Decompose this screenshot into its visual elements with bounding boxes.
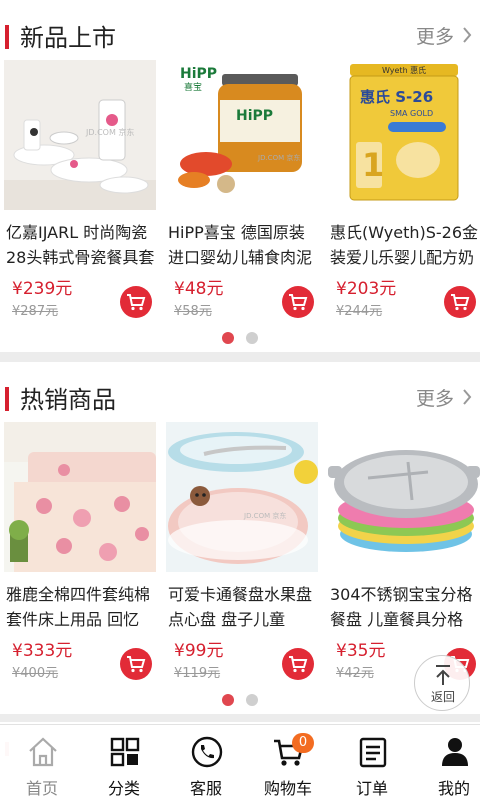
home-icon xyxy=(29,737,57,767)
tab-profile[interactable]: 我的 xyxy=(414,725,480,800)
product-original-price: ¥400元 xyxy=(12,666,59,681)
svg-text:JD.COM 京东: JD.COM 京东 xyxy=(243,511,286,520)
section-header: 新品上市 更多 xyxy=(0,0,480,56)
svg-text:HiPP: HiPP xyxy=(236,108,273,124)
phone-icon xyxy=(191,736,223,768)
tab-label: 分类 xyxy=(107,779,140,798)
tab-category[interactable]: 分类 xyxy=(84,725,164,800)
more-link[interactable]: 更多 xyxy=(416,384,454,411)
product-carousel[interactable]: JD.COM 京东 亿嘉IJARL 时尚陶瓷28头韩式骨瓷餐具套装 ¥239元 … xyxy=(0,60,480,330)
pagination-dot[interactable] xyxy=(246,332,258,344)
product-carousel[interactable]: 雅鹿全棉四件套纯棉套件床上用品 回忆 ¥333元 ¥400元 JD.COM 京东… xyxy=(0,422,480,692)
svg-text:SMA GOLD: SMA GOLD xyxy=(390,109,433,118)
back-to-top-label: 返回 xyxy=(430,690,455,704)
product-name[interactable]: 304不锈钢宝宝分格餐盘 儿童餐具分格 xyxy=(330,582,480,632)
new-arrivals-section: 新品上市 更多 JD.COM 京东 亿嘉IJARL 时尚陶瓷28头韩式骨瓷餐具套… xyxy=(0,0,480,352)
product-original-price: ¥58元 xyxy=(174,304,212,319)
carousel-pagination xyxy=(0,694,480,706)
product-image-formula[interactable]: Wyeth 惠氏 惠氏 S-26 SMA GOLD 1 xyxy=(328,60,480,210)
pagination-dot-active[interactable] xyxy=(222,332,234,344)
product-price: ¥203元 xyxy=(336,279,397,299)
product-image-plates[interactable]: JD.COM 京东 xyxy=(166,422,318,572)
category-icon xyxy=(110,737,140,767)
add-to-cart-button[interactable] xyxy=(120,286,152,318)
wyeth-text: Wyeth 惠氏 xyxy=(382,65,426,75)
cart-icon xyxy=(127,294,146,311)
product-name[interactable]: 亿嘉IJARL 时尚陶瓷28头韩式骨瓷餐具套装 xyxy=(6,220,158,270)
add-to-cart-button[interactable] xyxy=(444,286,476,318)
pagination-dot-active[interactable] xyxy=(222,694,234,706)
product-image-tableware[interactable]: JD.COM 京东 xyxy=(4,60,156,210)
product-name[interactable]: 惠氏(Wyeth)S-26金装爱儿乐婴儿配方奶粉 xyxy=(330,220,480,270)
hipp-logo-text: HiPP xyxy=(180,66,217,82)
cart-badge: 0 xyxy=(292,733,314,753)
product-card[interactable]: HiPP 喜宝 HiPP JD.COM 京东 HiPP喜宝 德国原装进口婴幼儿辅… xyxy=(162,60,318,320)
order-icon xyxy=(359,737,387,768)
tab-label: 购物车 xyxy=(263,779,312,798)
hipp-sub-text: 喜宝 xyxy=(184,81,202,93)
product-card[interactable]: JD.COM 京东 亿嘉IJARL 时尚陶瓷28头韩式骨瓷餐具套装 ¥239元 … xyxy=(0,60,156,320)
svg-text:1: 1 xyxy=(362,146,384,184)
product-card[interactable]: JD.COM 京东 可爱卡通餐盘水果盘点心盘 盘子儿童 ¥99元 ¥119元 xyxy=(162,422,318,682)
product-image-bedding[interactable] xyxy=(4,422,156,572)
add-to-cart-button[interactable] xyxy=(120,648,152,680)
tab-cart[interactable]: 0 购物车 xyxy=(248,725,328,800)
user-icon xyxy=(442,738,468,766)
tab-label: 订单 xyxy=(355,779,388,798)
product-name[interactable]: HiPP喜宝 德国原装进口婴幼儿辅食肉泥 xyxy=(168,220,320,270)
cart-icon xyxy=(289,294,308,311)
product-name[interactable]: 可爱卡通餐盘水果盘点心盘 盘子儿童 xyxy=(168,582,320,632)
section-header: 热销商品 更多 xyxy=(0,362,480,418)
section-accent-bar xyxy=(5,25,9,49)
product-card[interactable]: 雅鹿全棉四件套纯棉套件床上用品 回忆 ¥333元 ¥400元 xyxy=(0,422,156,682)
add-to-cart-button[interactable] xyxy=(282,286,314,318)
tab-label: 首页 xyxy=(25,779,58,798)
product-image-baby-food[interactable]: HiPP 喜宝 HiPP JD.COM 京东 xyxy=(166,60,318,210)
cart-icon xyxy=(127,656,146,673)
product-original-price: ¥119元 xyxy=(174,666,221,681)
product-price: ¥239元 xyxy=(12,279,73,299)
product-price: ¥48元 xyxy=(174,279,224,299)
cart-icon xyxy=(289,656,308,673)
watermark-text: JD.COM 京东 xyxy=(85,127,134,137)
product-original-price: ¥42元 xyxy=(336,666,374,681)
product-original-price: ¥287元 xyxy=(12,304,59,319)
tab-service[interactable]: 客服 xyxy=(166,725,246,800)
tab-label: 客服 xyxy=(189,779,222,798)
section-title: 热销商品 xyxy=(20,386,116,414)
cart-icon xyxy=(451,294,470,311)
product-price: ¥35元 xyxy=(336,641,386,661)
s26-text: 惠氏 S-26 xyxy=(360,88,433,106)
product-price: ¥99元 xyxy=(174,641,224,661)
arrow-up-icon xyxy=(436,665,450,685)
product-card[interactable]: Wyeth 惠氏 惠氏 S-26 SMA GOLD 1 惠氏(Wyeth)S-2… xyxy=(324,60,480,320)
tab-home[interactable]: 首页 xyxy=(2,725,82,800)
svg-text:JD.COM 京东: JD.COM 京东 xyxy=(257,153,300,162)
tab-label: 我的 xyxy=(437,779,470,798)
bottom-tab-bar: 首页 分类 客服 0 购物车 订单 我的 xyxy=(0,724,480,800)
back-to-top-button[interactable]: 返回 xyxy=(414,655,470,711)
chevron-right-icon[interactable] xyxy=(462,388,472,406)
hot-sales-section: 热销商品 更多 雅鹿全棉四件套纯棉套件床上用品 回忆 ¥333元 ¥400元 J… xyxy=(0,362,480,714)
section-title: 新品上市 xyxy=(20,24,116,52)
product-card[interactable]: 304不锈钢宝宝分格餐盘 儿童餐具分格 ¥35元 ¥42元 xyxy=(324,422,480,682)
product-image-steel-plate[interactable] xyxy=(328,422,480,572)
pagination-dot[interactable] xyxy=(246,694,258,706)
more-link[interactable]: 更多 xyxy=(416,22,454,49)
carousel-pagination xyxy=(0,332,480,344)
chevron-right-icon[interactable] xyxy=(462,26,472,44)
add-to-cart-button[interactable] xyxy=(282,648,314,680)
product-price: ¥333元 xyxy=(12,641,73,661)
tab-orders[interactable]: 订单 xyxy=(332,725,412,800)
section-accent-bar xyxy=(5,387,9,411)
product-original-price: ¥244元 xyxy=(336,304,383,319)
product-name[interactable]: 雅鹿全棉四件套纯棉套件床上用品 回忆 xyxy=(6,582,158,632)
